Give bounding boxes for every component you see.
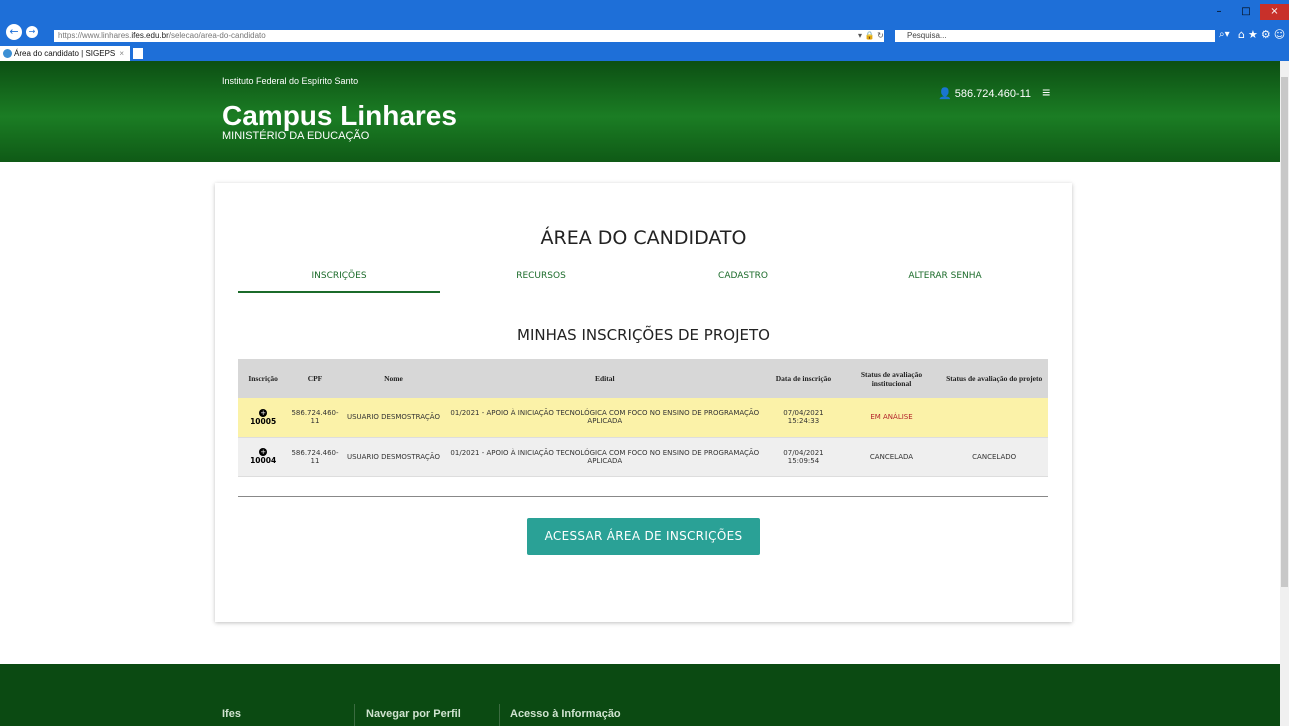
column-header: Status de avaliação institucional — [842, 359, 941, 398]
forward-button[interactable]: → — [26, 26, 38, 38]
search-icon[interactable]: ⌕▾ — [1219, 29, 1230, 40]
site-header — [0, 61, 1280, 162]
home-icon[interactable]: ⌂★⚙☺ — [1238, 28, 1288, 41]
user-id: 586.724.460-11 — [954, 88, 1032, 100]
hamburger-menu-icon[interactable]: ≡ — [1042, 84, 1050, 100]
expand-row-icon[interactable]: + — [259, 408, 268, 417]
edital-cell: 01/2021 - APOIO À INICIAÇÃO TECNOLÓGICA … — [445, 398, 765, 438]
back-button[interactable]: ← — [6, 24, 22, 40]
data-cell: 07/04/2021 15:24:33 — [764, 398, 843, 438]
tab-close-icon[interactable]: × — [119, 46, 124, 61]
user-icon: 👤 — [938, 88, 952, 100]
status-institucional-cell: CANCELADA — [842, 437, 941, 477]
column-header: Inscrição — [238, 359, 289, 398]
inscricao-number: 10005 — [250, 416, 277, 426]
column-header: Nome — [341, 359, 446, 398]
footer-link-acesso-informacao[interactable]: Acesso à Informação — [510, 708, 621, 720]
close-window-button[interactable]: × — [1260, 4, 1289, 20]
new-tab-button[interactable] — [133, 48, 143, 59]
candidate-area-card: ÁREA DO CANDIDATO INSCRIÇÕES RECURSOS CA… — [215, 183, 1072, 622]
browser-tabstrip — [0, 45, 1289, 61]
ministry-label: MINISTÉRIO DA EDUCAÇÃO — [222, 130, 370, 142]
section-title: MINHAS INSCRIÇÕES DE PROJETO — [517, 326, 770, 344]
browser-tab[interactable]: Área do candidato | SIGEPS × — [0, 46, 130, 61]
scrollbar-thumb[interactable] — [1281, 77, 1288, 587]
institution-name: Instituto Federal do Espírito Santo — [222, 76, 359, 86]
minimize-button[interactable]: – — [1209, 4, 1229, 20]
inscricao-cell[interactable]: + 10004 — [238, 437, 289, 477]
footer-link-perfil[interactable]: Navegar por Perfil — [366, 708, 461, 720]
page-scrollbar[interactable] — [1280, 61, 1289, 726]
favicon-icon — [3, 49, 12, 58]
maximize-button[interactable]: □ — [1233, 4, 1259, 20]
nome-cell: USUARIO DESMOSTRAÇÃO — [341, 437, 446, 477]
browser-search-input[interactable]: Pesquisa... — [895, 30, 1215, 42]
address-bar[interactable]: https://www.linhares.ifes.edu.br/selecao… — [54, 30, 884, 42]
footer-link-ifes[interactable]: Ifes — [222, 708, 241, 720]
tab-alterar-senha[interactable]: ALTERAR SENHA — [844, 271, 1046, 281]
inscricao-number: 10004 — [250, 456, 277, 465]
cpf-cell: 586.724.460-11 — [288, 437, 342, 477]
table-row[interactable]: + 10005 586.724.460-11 USUARIO DESMOSTRA… — [238, 398, 1048, 438]
column-header: Edital — [445, 359, 765, 398]
access-inscriptions-button[interactable]: ACESSAR ÁREA DE INSCRIÇÕES — [527, 518, 760, 555]
campus-logo-title[interactable]: Campus Linhares — [222, 100, 457, 132]
edital-cell: 01/2021 - APOIO À INICIAÇÃO TECNOLÓGICA … — [445, 437, 765, 477]
user-menu[interactable]: 👤 586.724.460-11 ≡ — [938, 84, 1050, 100]
status-projeto-cell: CANCELADO — [940, 437, 1048, 477]
site-footer — [0, 664, 1280, 726]
column-header: CPF — [288, 359, 342, 398]
status-institucional-cell: EM ANÁLISE — [842, 398, 941, 438]
page-title: ÁREA DO CANDIDATO — [540, 227, 747, 249]
nome-cell: USUARIO DESMOSTRAÇÃO — [341, 398, 446, 438]
tab-title: Área do candidato | SIGEPS — [14, 49, 116, 58]
column-header: Status de avaliação do projeto — [940, 359, 1048, 398]
footer-divider — [354, 704, 355, 726]
cpf-cell: 586.724.460-11 — [288, 398, 342, 438]
status-projeto-cell — [940, 398, 1048, 438]
tab-recursos[interactable]: RECURSOS — [440, 271, 642, 281]
table-header-row: Inscrição CPF Nome Edital Data de inscri… — [238, 359, 1048, 398]
lock-icon[interactable]: ▾ 🔒 ↻ — [858, 30, 884, 42]
inscricao-cell[interactable]: + 10005 — [238, 398, 289, 438]
tab-inscricoes[interactable]: INSCRIÇÕES — [238, 271, 440, 293]
divider — [238, 496, 1048, 497]
table-row[interactable]: + 10004 586.724.460-11 USUARIO DESMOSTRA… — [238, 437, 1048, 477]
candidate-tabs: INSCRIÇÕES RECURSOS CADASTRO ALTERAR SEN… — [238, 271, 1048, 293]
tab-cadastro[interactable]: CADASTRO — [642, 271, 844, 281]
expand-row-icon[interactable]: + — [259, 448, 268, 456]
footer-divider — [499, 704, 500, 726]
data-cell: 07/04/2021 15:09:54 — [764, 437, 843, 477]
column-header: Data de inscrição — [764, 359, 843, 398]
inscriptions-table: Inscrição CPF Nome Edital Data de inscri… — [238, 359, 1048, 477]
